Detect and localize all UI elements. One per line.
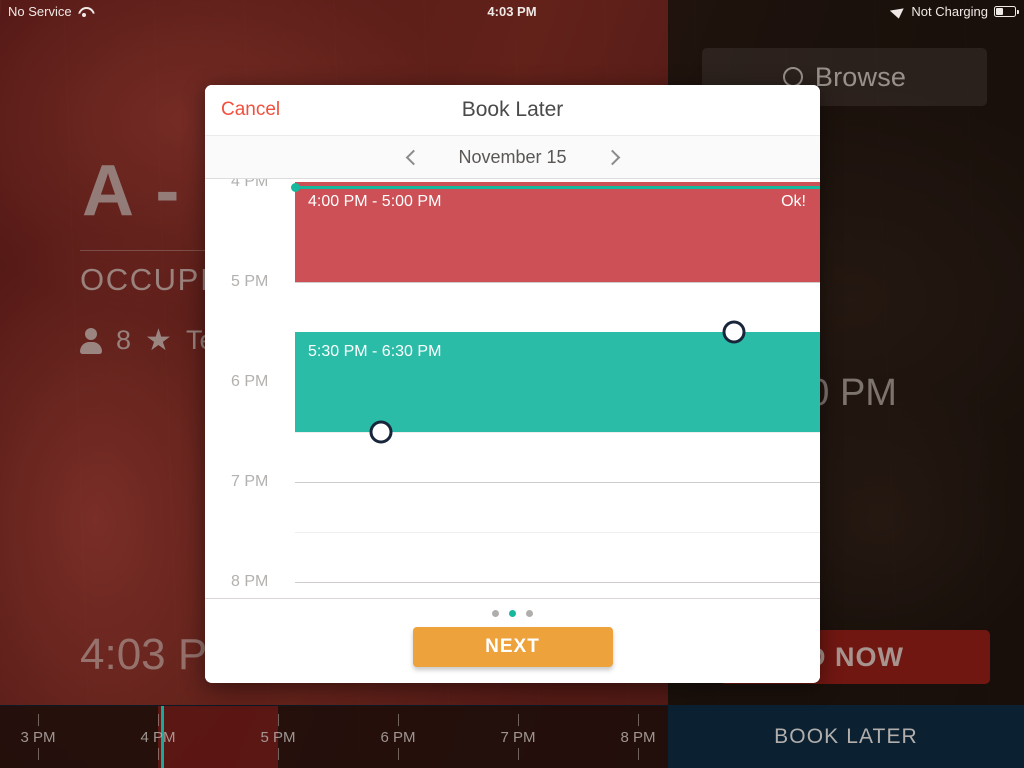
calendar-event-existing-booking[interactable]: 4:00 PM - 5:00 PM Ok!: [295, 182, 820, 282]
date-navigator: November 15: [205, 135, 820, 179]
cancel-button[interactable]: Cancel: [215, 95, 286, 125]
calendar-hour-label: 8 PM: [231, 573, 269, 590]
calendar-scroll-area[interactable]: 4 PM 5 PM 6 PM 7 PM 8 PM 4:00 PM - 5:00 PM Ok!…: [205, 179, 820, 599]
calendar-event-time-label: 4:00 PM - 5:00 PM: [308, 193, 442, 210]
calendar-hour-label: 5 PM: [231, 273, 269, 290]
calendar-hour-line: [295, 482, 820, 483]
timeline-tick: [398, 714, 400, 726]
calendar-event-time-label: 5:30 PM - 6:30 PM: [308, 343, 442, 360]
page-dot[interactable]: [492, 610, 499, 617]
timeline-tick: [398, 748, 400, 760]
person-icon: [80, 327, 102, 354]
next-button[interactable]: NEXT: [412, 627, 613, 667]
battery-icon: [994, 5, 1019, 17]
timeline-hour-label: 5 PM: [260, 729, 296, 746]
calendar-event-selection[interactable]: 5:30 PM - 6:30 PM: [295, 332, 820, 432]
timeline-tick: [638, 748, 640, 760]
page-dot[interactable]: [526, 610, 533, 617]
timeline-tick: [638, 714, 640, 726]
chevron-right-icon[interactable]: [604, 149, 620, 165]
timeline-hour-label: 8 PM: [620, 729, 656, 746]
calendar-current-time-dot: [291, 182, 300, 192]
timeline-tick: [518, 714, 520, 726]
star-icon: ★: [145, 323, 172, 357]
calendar-half-hour-line: [295, 532, 820, 533]
location-arrow-icon: [890, 3, 909, 19]
browse-label: Browse: [814, 61, 907, 92]
status-bar-right: Not Charging: [890, 3, 1019, 19]
page-indicator: [492, 610, 533, 617]
book-later-tab[interactable]: BOOK LATER: [668, 705, 1024, 768]
capacity-value: 8: [116, 325, 132, 355]
timeline-tick: [158, 714, 160, 726]
calendar-hour-line: [295, 582, 820, 583]
timeline-tick: [518, 748, 520, 760]
search-icon: [782, 67, 803, 87]
calendar-hour-line: [295, 282, 820, 283]
selection-end-handle[interactable]: [369, 420, 393, 444]
calendar-grid: 4 PM 5 PM 6 PM 7 PM 8 PM 4:00 PM - 5:00 PM Ok!…: [205, 179, 820, 599]
calendar-hour-label: 4 PM: [231, 179, 269, 190]
calendar-hour-label: 7 PM: [231, 473, 269, 490]
timeline-hour-label: 4 PM: [140, 729, 176, 746]
book-later-modal: Cancel Book Later November 15 4 PM 5 PM 6 …: [205, 85, 820, 683]
timeline-hour-label: 7 PM: [500, 729, 536, 746]
background-clock: 4:03 P: [80, 630, 208, 679]
timeline-tick: [278, 748, 280, 760]
modal-title: Book Later: [461, 98, 564, 121]
calendar-current-time-line: [295, 186, 820, 189]
modal-header: Cancel Book Later: [205, 85, 820, 135]
calendar-event-action-label[interactable]: Ok!: [781, 193, 806, 211]
charging-label: Not Charging: [911, 3, 988, 19]
room-meta: 8 ★ Te: [80, 325, 214, 356]
timeline-tick: [158, 748, 160, 760]
timeline-tick: [38, 748, 40, 760]
status-bar: No Service 4:03 PM Not Charging: [0, 0, 1024, 22]
timeline-tick: [278, 714, 280, 726]
modal-footer: NEXT: [205, 599, 820, 682]
app-root: Browse A - B OCCUPIED 8 ★ Te M - 5:00 PM…: [0, 0, 1024, 768]
date-label: November 15: [458, 146, 567, 167]
page-dot[interactable]: [509, 610, 516, 617]
chevron-left-icon[interactable]: [405, 149, 421, 165]
calendar-hour-label: 6 PM: [231, 373, 269, 390]
timeline-tick: [38, 714, 40, 726]
status-bar-clock: 4:03 PM: [487, 3, 537, 19]
selection-start-handle[interactable]: [722, 320, 746, 344]
day-timeline[interactable]: 3 PM 4 PM 5 PM 6 PM 7 PM 8 PM: [0, 705, 668, 768]
timeline-hour-label: 6 PM: [380, 729, 416, 746]
timeline-hour-label: 3 PM: [20, 729, 56, 746]
